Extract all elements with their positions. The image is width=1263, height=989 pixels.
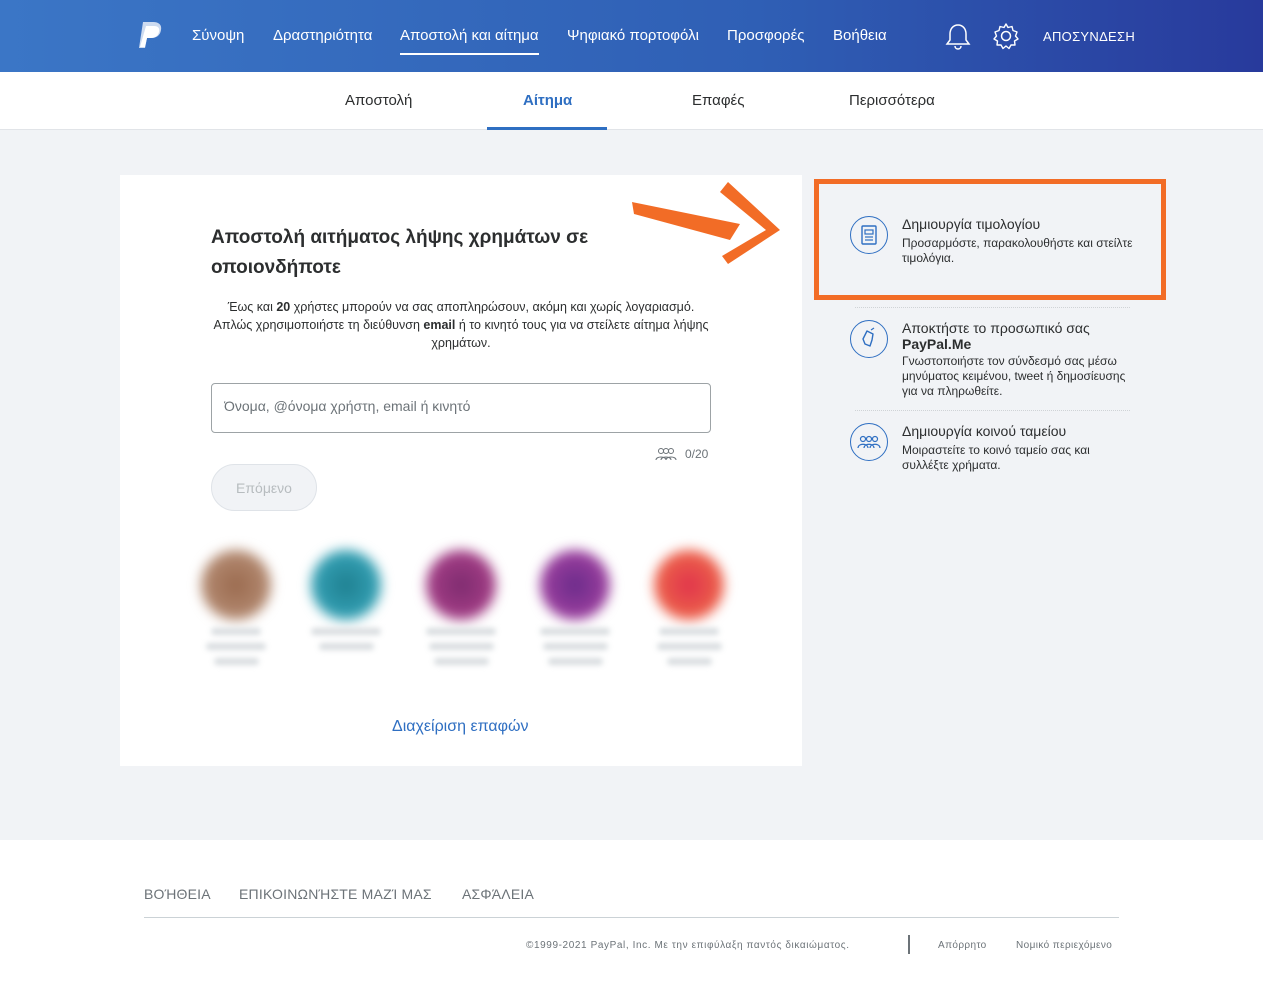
recent-contact[interactable] <box>649 550 729 665</box>
contact-name-placeholder <box>318 643 374 650</box>
footer-separator <box>908 935 910 954</box>
nav-activity[interactable]: Δραστηριότητα <box>273 27 372 44</box>
card-description: Έως και 20 χρήστες μπορούν να σας αποπλη… <box>213 300 709 350</box>
contact-name-placeholder <box>213 658 259 665</box>
nav-summary[interactable]: Σύνοψη <box>192 27 244 44</box>
footer-help-link[interactable]: ΒΟΉΘΕΙΑ <box>144 886 211 902</box>
recipient-input-box[interactable] <box>211 383 711 433</box>
paypalme-option[interactable]: Αποκτήστε το προσωπικό σας PayPal.Me Γνωσ… <box>850 320 1135 400</box>
paypal-logo[interactable] <box>137 20 163 50</box>
recent-contact[interactable] <box>421 550 501 665</box>
contact-name-placeholder <box>311 628 381 635</box>
group-icon <box>850 423 888 461</box>
contact-avatar <box>311 550 381 620</box>
option-title: Αποκτήστε το προσωπικό σας PayPal.Me <box>902 320 1090 352</box>
contact-name-placeholder <box>656 643 722 650</box>
contact-avatar <box>426 550 496 620</box>
contact-avatar <box>654 550 724 620</box>
next-button[interactable]: Επόμενο <box>211 464 317 511</box>
tab-request[interactable]: Αίτημα <box>523 92 572 109</box>
contact-name-placeholder <box>542 643 608 650</box>
nav-help[interactable]: Βοήθεια <box>833 27 887 44</box>
contact-avatar <box>540 550 610 620</box>
option-title: Δημιουργία κοινού ταμείου <box>902 423 1067 439</box>
privacy-link[interactable]: Απόρρητο <box>938 940 987 951</box>
contact-name-placeholder <box>659 628 719 635</box>
logout-link[interactable]: ΑΠΟΣΥΝΔΕΣΗ <box>1043 29 1135 44</box>
card-title: Αποστολή αιτήματος λήψης χρημάτων σε οπο… <box>211 227 589 278</box>
contact-name-placeholder <box>206 643 266 650</box>
divider <box>855 410 1130 411</box>
contact-name-placeholder <box>666 658 712 665</box>
tab-more[interactable]: Περισσότερα <box>849 92 935 109</box>
option-description: Μοιραστείτε το κοινό ταμείο σας και συλλ… <box>902 443 1090 472</box>
recipient-input[interactable] <box>224 398 694 414</box>
contact-name-placeholder <box>211 628 261 635</box>
group-icon <box>655 448 677 461</box>
contact-name-placeholder <box>426 628 496 635</box>
highlight-box <box>814 179 1166 300</box>
footer-divider <box>144 917 1119 918</box>
tab-send[interactable]: Αποστολή <box>345 92 412 109</box>
counter-text: 0/20 <box>685 447 709 461</box>
contact-avatar <box>201 550 271 620</box>
money-pool-option[interactable]: Δημιουργία κοινού ταμείου Μοιραστείτε το… <box>850 423 1135 473</box>
arrow-annotation <box>632 182 780 264</box>
gear-icon[interactable] <box>992 22 1020 50</box>
manage-contacts-link[interactable]: Διαχείριση επαφών <box>392 718 529 736</box>
nav-wallet[interactable]: Ψηφιακό πορτοφόλι <box>567 27 699 44</box>
top-navigation-bar: Σύνοψη Δραστηριότητα Αποστολή και αίτημα… <box>0 0 1263 72</box>
divider <box>855 307 1130 308</box>
footer-contact-link[interactable]: ΕΠΙΚΟΙΝΩΝΉΣΤΕ ΜΑΖΊ ΜΑΣ <box>239 886 432 902</box>
nav-offers[interactable]: Προσφορές <box>727 27 804 44</box>
contact-name-placeholder <box>540 628 610 635</box>
paypalme-icon <box>850 320 888 358</box>
recent-contact[interactable] <box>196 550 276 665</box>
tab-contacts[interactable]: Επαφές <box>692 92 744 109</box>
recent-contact[interactable] <box>306 550 386 650</box>
copyright-text: ©1999-2021 PayPal, Inc. Με την επιφύλαξη… <box>526 940 850 951</box>
footer-security-link[interactable]: ΑΣΦΆΛΕΙΑ <box>462 886 534 902</box>
bell-icon[interactable] <box>945 22 971 50</box>
contact-name-placeholder <box>547 658 603 665</box>
nav-send-request[interactable]: Αποστολή και αίτημα <box>400 27 539 55</box>
footer <box>0 840 1263 989</box>
secondary-tabs: Αποστολή Αίτημα Επαφές Περισσότερα <box>0 72 1263 130</box>
option-description: Γνωστοποιήστε τον σύνδεσμό σας μέσω μηνύ… <box>902 354 1126 398</box>
contact-name-placeholder <box>433 658 489 665</box>
recent-contact[interactable] <box>535 550 615 665</box>
contact-name-placeholder <box>428 643 494 650</box>
recipient-counter: 0/20 <box>655 447 708 461</box>
legal-link[interactable]: Νομικό περιεχόμενο <box>1016 940 1112 951</box>
